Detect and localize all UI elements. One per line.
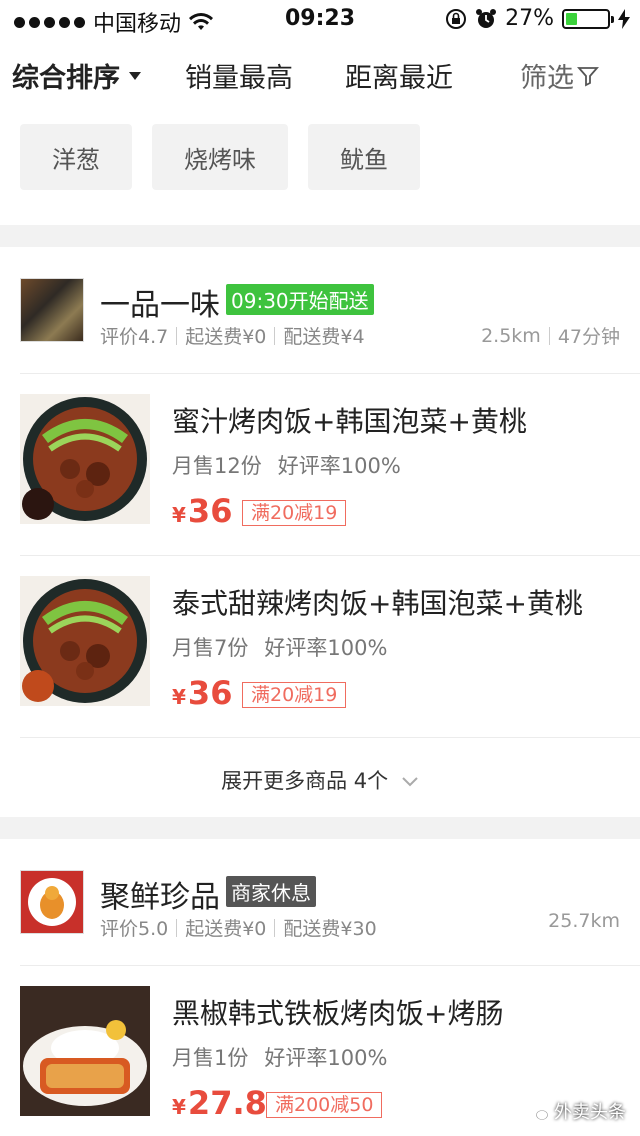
distance: 25.7km — [548, 910, 620, 932]
store-name: 一品一味 — [100, 288, 220, 323]
expand-more-label: 展开更多商品 4个 — [221, 769, 389, 793]
divider — [20, 737, 640, 738]
dish-image — [20, 576, 150, 706]
sort-sales[interactable]: 销量最高 — [185, 56, 293, 95]
status-bar: 中国移动 09:23 27% — [0, 0, 640, 40]
filter-button[interactable]: 筛选 — [520, 56, 600, 95]
battery-percent: 27% — [505, 6, 554, 31]
divider — [20, 373, 640, 374]
dish-name: 泰式甜辣烤肉饭+韩国泡菜+黄桃 — [172, 587, 583, 620]
chip-squid[interactable]: 鱿鱼 — [308, 124, 420, 190]
store-logo — [20, 870, 84, 934]
delivery-fee: 配送费¥30 — [283, 918, 377, 940]
battery-icon — [562, 8, 614, 29]
store-distance-time: 2.5km 47分钟 — [481, 322, 620, 349]
price-value: 27.8 — [187, 1084, 267, 1122]
currency-symbol: ¥ — [172, 685, 186, 709]
monthly-sales: 月售7份 — [172, 636, 249, 660]
store-meta: 评价5.0 起送费¥0 配送费¥30 — [100, 914, 377, 941]
min-fee: 起送费¥0 — [185, 918, 267, 940]
status-badge: 09:30开始配送 — [226, 284, 374, 315]
price-value: 36 — [187, 492, 233, 530]
delivery-time: 47分钟 — [557, 326, 620, 348]
section-divider — [0, 225, 640, 247]
positive-rate: 好评率100% — [264, 1046, 388, 1070]
dish-name: 蜜汁烤肉饭+韩国泡菜+黄桃 — [172, 405, 527, 438]
chevron-down-icon — [402, 777, 418, 787]
chip-onion[interactable]: 洋葱 — [20, 124, 132, 190]
status-badge: 商家休息 — [226, 876, 316, 907]
store-logo — [20, 278, 84, 342]
rating: 评价4.7 — [100, 326, 169, 348]
dish-image — [20, 986, 150, 1116]
sort-comprehensive[interactable]: 综合排序 — [12, 56, 142, 95]
dish-stats: 月售12份 好评率100% — [172, 450, 401, 480]
divider — [20, 555, 640, 556]
filter-icon — [577, 66, 599, 86]
wechat-icon — [529, 1106, 549, 1120]
section-divider — [0, 817, 640, 839]
expand-more-button[interactable]: 展开更多商品 4个 — [0, 765, 640, 795]
dish-price: ¥27.8 — [172, 1084, 267, 1122]
monthly-sales: 月售12份 — [172, 454, 262, 478]
caret-down-icon — [129, 71, 141, 80]
chip-bbq[interactable]: 烧烤味 — [152, 124, 288, 190]
promo-badge: 满20减19 — [242, 682, 347, 708]
sort-bar: 综合排序 销量最高 距离最近 筛选 — [0, 48, 640, 98]
dish-stats: 月售1份 好评率100% — [172, 1042, 387, 1072]
store-meta: 评价4.7 起送费¥0 配送费¥4 — [100, 322, 365, 349]
sort-distance[interactable]: 距离最近 — [345, 56, 453, 95]
price-value: 36 — [187, 674, 233, 712]
min-fee: 起送费¥0 — [185, 326, 267, 348]
currency-symbol: ¥ — [172, 503, 186, 527]
promo-badge: 满20减19 — [242, 500, 347, 526]
divider — [20, 965, 640, 966]
watermark: 外卖头条 — [528, 1098, 626, 1124]
dish-price: ¥36 — [172, 492, 232, 530]
dish-price: ¥36 — [172, 674, 232, 712]
monthly-sales: 月售1份 — [172, 1046, 249, 1070]
charging-icon — [618, 8, 630, 29]
alarm-icon — [476, 8, 497, 28]
positive-rate: 好评率100% — [277, 454, 401, 478]
distance: 2.5km — [481, 324, 541, 347]
dish-stats: 月售7份 好评率100% — [172, 632, 387, 662]
delivery-fee: 配送费¥4 — [283, 326, 365, 348]
promo-badge: 满200减50 — [266, 1092, 383, 1118]
dish-name: 黑椒韩式铁板烤肉饭+烤肠 — [172, 997, 504, 1030]
orientation-lock-icon — [446, 8, 467, 29]
keyword-chips: 洋葱 烧烤味 鱿鱼 — [20, 124, 420, 190]
store-name: 聚鲜珍品 — [100, 880, 220, 915]
positive-rate: 好评率100% — [264, 636, 388, 660]
currency-symbol: ¥ — [172, 1095, 186, 1119]
dish-image — [20, 394, 150, 524]
rating: 评价5.0 — [100, 918, 169, 940]
store-distance-time: 25.7km — [548, 910, 620, 932]
